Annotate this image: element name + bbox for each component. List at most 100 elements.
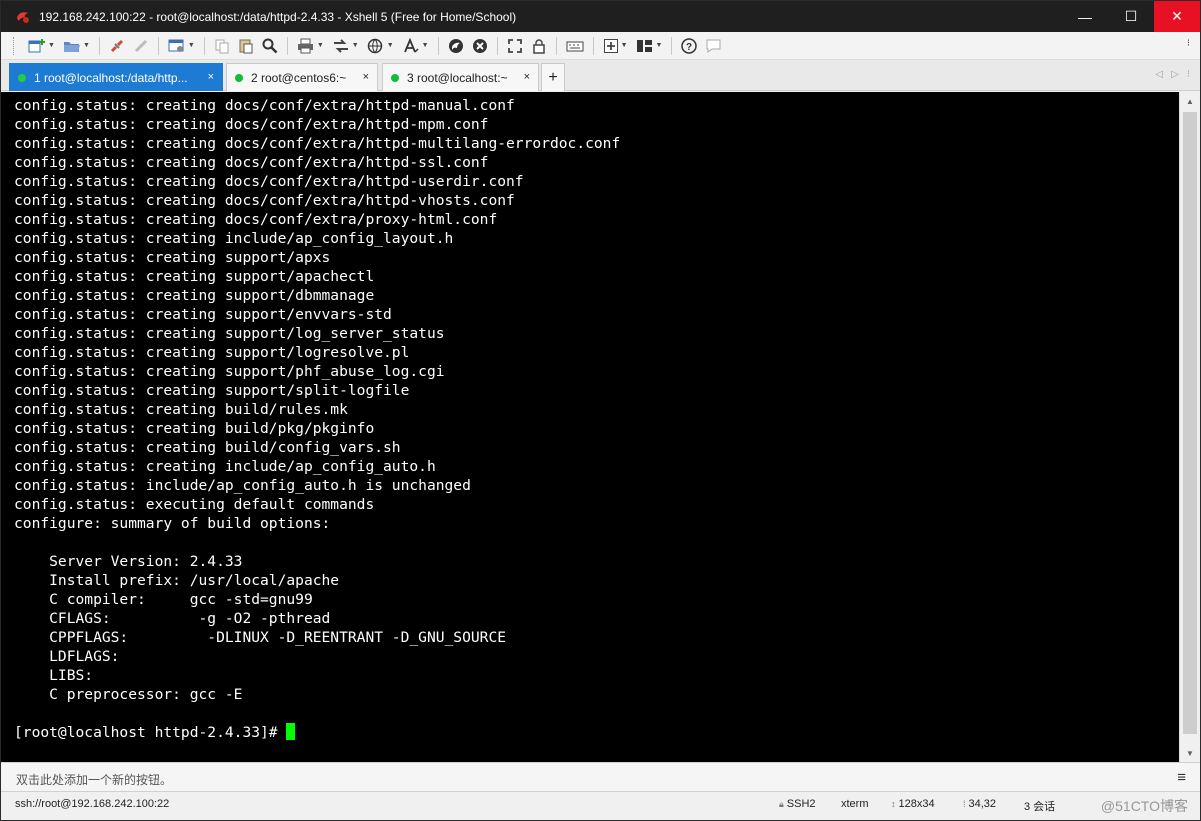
print-icon[interactable]: ▼ [295, 35, 326, 57]
terminal-line: C preprocessor: gcc -E [14, 686, 243, 703]
svg-text:?: ? [686, 42, 692, 53]
keyboard-icon[interactable] [564, 35, 586, 57]
transfer-icon[interactable]: ▼ [330, 35, 361, 57]
session-count: 3 会话 [1024, 801, 1056, 813]
menu-icon[interactable]: ≡ [1177, 769, 1186, 786]
quick-button-hint[interactable]: 双击此处添加一个新的按钮。 [16, 771, 172, 788]
connected-status-icon [235, 73, 243, 82]
terminal-line: config.status: creating include/ap_confi… [14, 230, 454, 247]
cursor-position-value: 34,32 [968, 798, 997, 810]
terminal-line: config.status: creating docs/conf/extra/… [14, 192, 515, 209]
status-bar: ssh://root@192.168.242.100:22 🔒︎ SSH2 xte… [1, 792, 1200, 820]
terminal-line: LIBS: [14, 667, 94, 684]
tab-label: 2 root@centos6:~ [251, 70, 347, 85]
terminal-output[interactable]: config.status: creating docs/conf/extra/… [1, 92, 1179, 762]
toolbar-grip[interactable] [13, 36, 16, 55]
title-bar[interactable]: 192.168.242.100:22 - root@localhost:/dat… [1, 1, 1200, 32]
terminal-line: Install prefix: /usr/local/apache [14, 572, 340, 589]
terminal-line: config.status: creating build/config_var… [14, 439, 401, 456]
terminal-size: ↕ 128x34 [891, 798, 935, 810]
terminal-line: config.status: creating docs/conf/extra/… [14, 116, 489, 133]
terminal-line: LDFLAGS: [14, 648, 120, 665]
new-tab-button[interactable]: + [541, 63, 565, 91]
toolbar-separator [496, 36, 498, 55]
cursor-icon: ⁞ [963, 799, 966, 809]
scrollbar-thumb[interactable] [1183, 112, 1197, 734]
paste-icon[interactable] [236, 35, 256, 57]
protocol-status: 🔒︎ SSH2 [779, 798, 816, 810]
terminal-prompt-line[interactable]: [root@localhost httpd-2.4.33]# [14, 723, 620, 742]
toolbar-separator [592, 36, 594, 55]
terminal-line: config.status: creating docs/conf/extra/… [14, 135, 621, 152]
fullscreen-icon[interactable] [505, 35, 525, 57]
tab-close-icon[interactable]: × [363, 71, 369, 83]
window-controls: — ☐ ✕ [1062, 1, 1200, 32]
terminal-size-value: 128x34 [898, 798, 935, 810]
terminal-line: config.status: creating docs/conf/extra/… [14, 154, 489, 171]
terminal-line: config.status: creating support/phf_abus… [14, 363, 445, 380]
minimize-button[interactable]: — [1062, 1, 1108, 32]
scroll-up-icon[interactable]: ▲ [1180, 92, 1200, 110]
terminal-line: config.status: creating include/ap_confi… [14, 458, 436, 475]
toolbar: ▼ ▼ ▼ ▼ ▼ ▼ ▼ ▼ ▼ ? ⁝ [1, 32, 1200, 60]
toolbar-separator [671, 36, 673, 55]
toolbar-separator [286, 36, 288, 55]
xshell-logo-icon [17, 11, 29, 23]
toolbar-overflow-icon[interactable]: ⁝ [1187, 38, 1190, 49]
xshell-window: 192.168.242.100:22 - root@localhost:/dat… [0, 0, 1201, 821]
xftp-icon[interactable] [446, 35, 466, 57]
scroll-down-icon[interactable]: ▼ [1180, 744, 1200, 762]
session-tab-1[interactable]: 1 root@localhost:/data/http... × [9, 63, 223, 91]
tab-label: 3 root@localhost:~ [407, 70, 508, 85]
protocol-label: SSH2 [786, 798, 816, 810]
terminal-line: config.status: include/ap_config_auto.h … [14, 477, 471, 494]
tab-close-icon[interactable]: × [208, 71, 214, 83]
xmanager-icon[interactable] [470, 35, 490, 57]
terminal-scrollbar[interactable]: ▲ ▼ [1179, 92, 1200, 762]
tab-label: 1 root@localhost:/data/http... [34, 70, 188, 85]
disconnect-icon[interactable] [107, 35, 127, 57]
chat-icon[interactable] [703, 35, 725, 57]
help-icon[interactable]: ? [679, 35, 699, 57]
tab-scroll-right-icon[interactable]: ▷ [1171, 69, 1179, 80]
properties-icon[interactable]: ▼ [166, 35, 197, 57]
font-icon[interactable]: ▼ [400, 35, 431, 57]
lock-icon[interactable] [529, 35, 549, 57]
tab-scroll-left-icon[interactable]: ◁ [1155, 69, 1163, 80]
layout-icon[interactable]: ▼ [634, 35, 665, 57]
lock-icon: 🔒︎ [779, 799, 784, 809]
close-button[interactable]: ✕ [1154, 1, 1200, 32]
terminal-line: config.status: creating support/apachect… [14, 268, 375, 285]
tab-list-icon[interactable]: ⁝ [1187, 69, 1190, 80]
resize-icon: ↕ [891, 799, 896, 809]
open-folder-icon[interactable]: ▼ [61, 35, 92, 57]
watermark: @51CTO博客 [1100, 798, 1188, 814]
window-title: 192.168.242.100:22 - root@localhost:/dat… [39, 9, 517, 24]
tab-close-icon[interactable]: × [524, 71, 530, 83]
terminal-line: config.status: creating support/dbmmanag… [14, 287, 375, 304]
terminal-line: config.status: creating docs/conf/extra/… [14, 173, 524, 190]
add-icon[interactable]: ▼ [601, 35, 630, 57]
terminal-line: C compiler: gcc -std=gnu99 [14, 591, 313, 608]
cursor-position: ⁞ 34,32 [963, 798, 996, 810]
terminal-line: config.status: creating support/logresol… [14, 344, 410, 361]
session-tab-2[interactable]: 2 root@centos6:~ × [226, 63, 378, 91]
globe-icon[interactable]: ▼ [365, 35, 396, 57]
terminal-line: configure: summary of build options: [14, 515, 331, 532]
terminal-line: config.status: executing default command… [14, 496, 375, 513]
session-tab-3[interactable]: 3 root@localhost:~ × [382, 63, 539, 91]
toolbar-separator [157, 36, 159, 55]
toolbar-separator [437, 36, 439, 55]
quick-button-bar[interactable]: 双击此处添加一个新的按钮。 ≡ [1, 762, 1200, 792]
maximize-button[interactable]: ☐ [1108, 1, 1154, 32]
terminal-cursor [286, 723, 296, 740]
toolbar-separator [555, 36, 557, 55]
new-session-icon[interactable]: ▼ [26, 35, 57, 57]
find-icon[interactable] [260, 35, 280, 57]
shell-prompt: [root@localhost httpd-2.4.33]# [14, 724, 287, 741]
copy-icon[interactable] [212, 35, 232, 57]
terminal-line: config.status: creating docs/conf/extra/… [14, 97, 515, 114]
reconnect-icon[interactable] [131, 35, 151, 57]
